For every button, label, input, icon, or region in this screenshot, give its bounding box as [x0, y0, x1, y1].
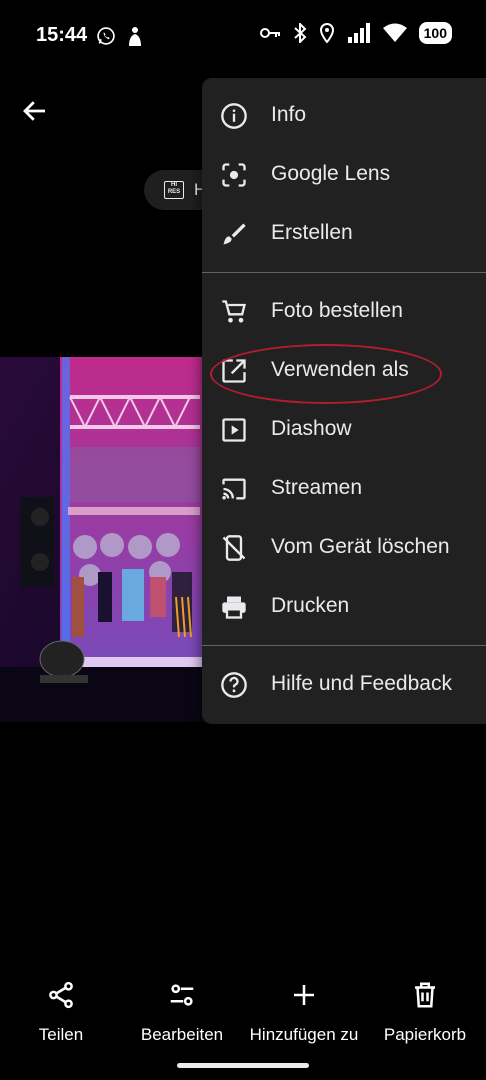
add-to-button[interactable]: Hinzufügen zu: [244, 980, 364, 1045]
hi-res-icon: HI RES: [164, 181, 184, 199]
menu-item-label: Foto bestellen: [271, 299, 403, 322]
phone-delete-icon: [222, 535, 246, 561]
trash-button[interactable]: Papierkorb: [376, 980, 474, 1045]
menu-item-foto-bestellen[interactable]: Foto bestellen: [202, 283, 486, 341]
menu-divider: [202, 645, 486, 646]
slideshow-icon: [222, 418, 246, 442]
info-icon: [221, 103, 247, 129]
vpn-key-icon: [259, 28, 280, 38]
menu-item-label: Erstellen: [271, 221, 353, 244]
edit-tune-icon: [170, 984, 194, 1006]
home-indicator[interactable]: [177, 1063, 309, 1068]
menu-item-label: Vom Gerät löschen: [271, 535, 450, 558]
lens-icon: [222, 163, 246, 187]
menu-item-diashow[interactable]: Diashow: [202, 401, 486, 459]
menu-item-label: Google Lens: [271, 162, 391, 185]
add-to-label: Hinzufügen zu: [249, 1025, 359, 1044]
menu-item-drucken[interactable]: Drucken: [202, 578, 486, 636]
menu-item-hilfe-und-feedback[interactable]: Hilfe und Feedback: [202, 656, 486, 714]
stage-photo-image: [0, 357, 210, 722]
share-button[interactable]: Teilen: [20, 980, 102, 1045]
back-arrow-icon[interactable]: [20, 96, 50, 126]
menu-item-label: Hilfe und Feedback: [271, 672, 452, 695]
battery-icon: 100: [418, 22, 452, 44]
menu-item-google-lens[interactable]: Google Lens: [202, 146, 486, 204]
trash-label: Papierkorb: [383, 1025, 467, 1044]
menu-item-label: Drucken: [271, 594, 350, 617]
wifi-icon: [382, 23, 407, 42]
menu-item-label: Streamen: [271, 476, 363, 499]
trash-icon: [415, 982, 435, 1008]
status-time: 15:44: [36, 24, 88, 46]
menu-divider: [202, 272, 486, 273]
cast-icon: [222, 478, 246, 500]
menu-item-label: Diashow: [271, 417, 352, 440]
share-icon: [49, 981, 73, 1009]
location-icon: [319, 23, 334, 43]
help-icon: [221, 672, 247, 698]
signal-icon: [347, 23, 370, 43]
menu-item-label: Info: [271, 103, 307, 126]
print-icon: [222, 596, 246, 619]
edit-button[interactable]: Bearbeiten: [132, 980, 232, 1045]
whatsapp-icon: [97, 27, 115, 45]
edit-label: Bearbeiten: [140, 1025, 224, 1044]
plus-icon: [294, 985, 314, 1005]
brush-icon: [223, 223, 246, 245]
share-label: Teilen: [38, 1025, 84, 1044]
menu-item-erstellen[interactable]: Erstellen: [202, 205, 486, 263]
photo-preview[interactable]: [0, 357, 210, 722]
status-icons: 100: [259, 22, 452, 44]
cart-icon: [222, 300, 246, 323]
highlight-ellipse: [210, 344, 442, 404]
menu-item-streamen[interactable]: Streamen: [202, 460, 486, 518]
menu-item-info[interactable]: Info: [202, 87, 486, 145]
bluetooth-icon: [293, 23, 307, 43]
menu-item-vom-geraet-loeschen[interactable]: Vom Gerät löschen: [202, 519, 486, 577]
notification-icon: [129, 27, 141, 46]
